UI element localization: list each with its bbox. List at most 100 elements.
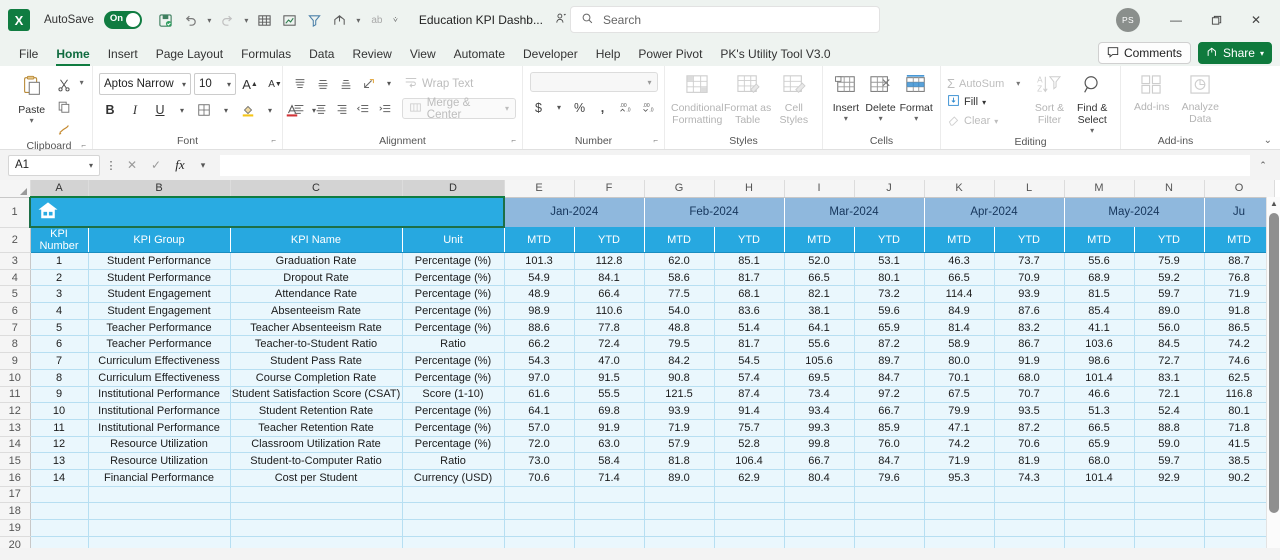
number-dialog-launcher-icon[interactable]: ⌐	[653, 133, 658, 148]
cell-value-8[interactable]: 55.6	[1064, 252, 1135, 270]
wrap-text-button[interactable]: Wrap Text	[398, 75, 473, 92]
cell-value-10[interactable]: 88.7	[1204, 252, 1275, 270]
empty-cell[interactable]	[1134, 519, 1205, 537]
cell-kpi-name[interactable]: Student Pass Rate	[230, 352, 403, 370]
cell-value-9[interactable]: 88.8	[1134, 419, 1205, 437]
table-row[interactable]: 15 13 Resource Utilization Student-to-Compu…	[0, 452, 1275, 470]
table-row[interactable]: 4 2 Student Performance Dropout Rate Percent…	[0, 269, 1275, 287]
cell-kpi-number[interactable]: 13	[30, 452, 89, 470]
cell-value-2[interactable]: 77.5	[644, 285, 715, 304]
cell-value-10[interactable]: 71.8	[1204, 419, 1275, 437]
cell-value-4[interactable]: 99.3	[784, 419, 855, 437]
cell-kpi-group[interactable]: Teacher Performance	[88, 319, 231, 337]
cell-kpi-number[interactable]: 12	[30, 436, 89, 454]
empty-cell[interactable]	[644, 536, 715, 548]
chevron-down-icon[interactable]: ▾	[844, 115, 848, 123]
cell-value-8[interactable]: 68.0	[1064, 452, 1135, 470]
cell-value-10[interactable]: 74.6	[1204, 352, 1275, 370]
cell-value-10[interactable]: 86.5	[1204, 319, 1275, 337]
table-row[interactable]: 8 6 Teacher Performance Teacher-to-Student …	[0, 335, 1275, 354]
grow-font-button[interactable]: A ▲	[239, 74, 261, 95]
row-header-19[interactable]: 19	[0, 519, 31, 537]
font-dialog-launcher-icon[interactable]: ⌐	[271, 133, 276, 148]
clipboard-dialog-launcher-icon[interactable]: ⌐	[81, 138, 86, 153]
empty-cell[interactable]	[854, 486, 925, 504]
row-header-15[interactable]: 15	[0, 452, 31, 470]
cell-value-7[interactable]: 86.7	[994, 335, 1065, 354]
cell-kpi-group[interactable]: Student Engagement	[88, 302, 231, 320]
cell-value-7[interactable]: 91.9	[994, 352, 1065, 370]
cell-value-8[interactable]: 85.4	[1064, 302, 1135, 320]
cell-value-2[interactable]: 62.0	[644, 252, 715, 270]
filter-icon[interactable]	[303, 8, 327, 32]
italic-button[interactable]: I	[124, 100, 146, 121]
tab-automate[interactable]: Automate	[445, 45, 514, 66]
empty-cell[interactable]	[504, 519, 575, 537]
share-arrow-icon[interactable]	[328, 8, 352, 32]
chevron-down-icon[interactable]: ▾	[1260, 49, 1264, 58]
cell-value-5[interactable]: 73.2	[854, 285, 925, 304]
cell-value-2[interactable]: 54.0	[644, 302, 715, 320]
cell-value-10[interactable]: 90.2	[1204, 469, 1275, 487]
cell-unit[interactable]: Percentage (%)	[402, 269, 505, 287]
cell-value-5[interactable]: 84.7	[854, 452, 925, 470]
column-header-g[interactable]: G	[644, 180, 715, 198]
cell-kpi-group[interactable]: Financial Performance	[88, 469, 231, 487]
empty-cell[interactable]	[402, 519, 505, 537]
empty-cell[interactable]	[88, 502, 231, 520]
cell-value-1[interactable]: 91.9	[574, 419, 645, 437]
empty-cell[interactable]	[994, 536, 1065, 548]
tab-review[interactable]: Review	[343, 45, 400, 66]
empty-cell[interactable]	[574, 486, 645, 504]
cell-value-4[interactable]: 93.4	[784, 402, 855, 420]
format-painter-icon[interactable]	[53, 119, 75, 139]
empty-cell[interactable]	[784, 502, 855, 520]
row-header-12[interactable]: 12	[0, 402, 31, 420]
cell-value-4[interactable]: 82.1	[784, 285, 855, 304]
empty-cell[interactable]	[88, 536, 231, 548]
empty-cell[interactable]	[1204, 502, 1275, 520]
cell-value-0[interactable]: 70.6	[504, 469, 575, 487]
cell-value-1[interactable]: 58.4	[574, 452, 645, 470]
empty-row[interactable]: 17	[0, 486, 1275, 504]
chevron-down-icon[interactable]: ▾	[30, 117, 34, 125]
tab-insert[interactable]: Insert	[99, 45, 147, 66]
cell-value-1[interactable]: 63.0	[574, 436, 645, 454]
empty-cell[interactable]	[88, 486, 231, 504]
cell-unit[interactable]: Percentage (%)	[402, 252, 505, 270]
cell-value-10[interactable]: 74.2	[1204, 335, 1275, 354]
row-header-10[interactable]: 10	[0, 369, 31, 387]
select-all-corner[interactable]	[0, 180, 31, 198]
cell-value-10[interactable]: 76.8	[1204, 269, 1275, 287]
cell-unit[interactable]: Percentage (%)	[402, 419, 505, 437]
cell-kpi-group[interactable]: Student Performance	[88, 269, 231, 287]
cell-value-2[interactable]: 81.8	[644, 452, 715, 470]
restore-button[interactable]	[1196, 2, 1236, 38]
cell-kpi-group[interactable]: Institutional Performance	[88, 386, 231, 404]
cell-kpi-name[interactable]: Graduation Rate	[230, 252, 403, 270]
cell-kpi-number[interactable]: 6	[30, 335, 89, 354]
cell-kpi-name[interactable]: Absenteeism Rate	[230, 302, 403, 320]
cell-kpi-number[interactable]: 2	[30, 269, 89, 287]
empty-cell[interactable]	[1064, 502, 1135, 520]
percent-format-button[interactable]: %	[569, 98, 590, 118]
autosave-toggle[interactable]: On	[103, 11, 142, 29]
cell-value-1[interactable]: 69.8	[574, 402, 645, 420]
cell-value-1[interactable]: 72.4	[574, 335, 645, 354]
cell-kpi-group[interactable]: Institutional Performance	[88, 402, 231, 420]
empty-cell[interactable]	[402, 486, 505, 504]
fill-button[interactable]: Fill ▾	[947, 94, 1029, 110]
cell-value-6[interactable]: 70.1	[924, 369, 995, 387]
cell-unit[interactable]: Percentage (%)	[402, 319, 505, 337]
cell-value-6[interactable]: 79.9	[924, 402, 995, 420]
table-icon[interactable]	[253, 8, 277, 32]
decrease-indent-icon[interactable]	[353, 98, 373, 119]
row-header-6[interactable]: 6	[0, 302, 31, 320]
empty-cell[interactable]	[1064, 486, 1135, 504]
empty-cell[interactable]	[1204, 486, 1275, 504]
chevron-down-icon[interactable]: ▾	[1016, 79, 1020, 88]
cell-value-2[interactable]: 84.2	[644, 352, 715, 370]
cell-value-0[interactable]: 73.0	[504, 452, 575, 470]
cell-value-2[interactable]: 89.0	[644, 469, 715, 487]
tab-developer[interactable]: Developer	[514, 45, 587, 66]
